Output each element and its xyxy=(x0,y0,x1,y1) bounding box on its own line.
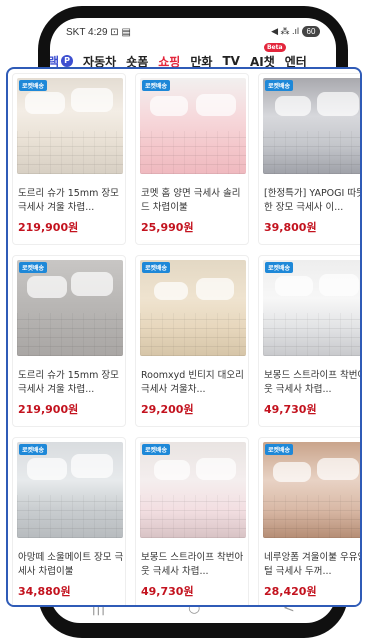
rocket-delivery-badge: 로켓배송 xyxy=(142,80,171,91)
status-icons: ◀ ⁂ .ıl 60 xyxy=(271,26,320,37)
battery-icon: 60 xyxy=(302,26,320,37)
status-bar: SKT 4:29 ⊡ ▤ ◀ ⁂ .ıl 60 xyxy=(50,18,336,46)
product-image: 로켓배송 xyxy=(140,442,246,538)
product-image: 로켓배송 xyxy=(140,78,246,174)
product-card[interactable]: 로켓배송 [한정특가] YAPOGI 따뜻한 장모 극세사 이... 39,80… xyxy=(258,73,360,245)
tab-tv[interactable]: TV xyxy=(222,54,239,68)
product-title[interactable]: Roomxyd 빈티지 대오리 극세사 겨울차... xyxy=(141,369,247,397)
product-title[interactable]: 아망떼 소울메이트 장모 극세사 차렵이불 xyxy=(18,551,124,579)
product-image: 로켓배송 xyxy=(17,260,123,356)
stage: SKT 4:29 ⊡ ▤ ◀ ⁂ .ıl 60 랙 P 자동차 숏폼 쇼핑 만화… xyxy=(0,0,366,639)
rocket-delivery-badge: 로켓배송 xyxy=(265,80,294,91)
signal-icon: ◀ ⁂ .ıl xyxy=(271,26,299,36)
product-title[interactable]: 보몽드 스트라이프 착번아웃 극세사 차렵... xyxy=(141,551,247,579)
rocket-delivery-badge: 로켓배송 xyxy=(265,262,294,273)
product-image: 로켓배송 xyxy=(17,78,123,174)
pillow-shape xyxy=(71,454,113,478)
pillow-shape xyxy=(71,88,113,112)
product-panel: 로켓배송 도르리 슈가 15mm 장모 극세사 겨울 차렵... 219,900… xyxy=(6,67,362,607)
rocket-delivery-badge: 로켓배송 xyxy=(19,444,48,455)
rocket-delivery-badge: 로켓배송 xyxy=(19,262,48,273)
product-card[interactable]: 로켓배송 Roomxyd 빈티지 대오리 극세사 겨울차... 29,200원 xyxy=(135,255,249,427)
quilt-pattern xyxy=(263,494,360,538)
product-title[interactable]: 네루앙폼 겨울이불 우유양털 극세사 두꺼... xyxy=(264,551,360,579)
pillow-shape xyxy=(25,92,65,114)
beta-badge: Beta xyxy=(263,42,286,52)
product-image: 로켓배송 xyxy=(263,442,360,538)
circle-p-icon: P xyxy=(61,55,74,67)
rocket-delivery-badge: 로켓배송 xyxy=(142,262,171,273)
product-price: 219,900원 xyxy=(18,403,79,416)
quilt-pattern xyxy=(17,130,123,174)
pillow-shape xyxy=(27,276,67,298)
pillow-shape xyxy=(71,272,113,296)
quilt-pattern xyxy=(140,494,246,538)
quilt-pattern xyxy=(140,130,246,174)
product-card[interactable]: 로켓배송 아망떼 소울메이트 장모 극세사 차렵이불 34,880원 xyxy=(12,437,126,605)
product-title[interactable]: 코멧 홈 양면 극세사 솔리드 차렵이불 xyxy=(141,187,247,215)
product-image: 로켓배송 xyxy=(263,260,360,356)
product-price: 34,880원 xyxy=(18,585,71,598)
rocket-delivery-badge: 로켓배송 xyxy=(142,444,171,455)
product-price: 219,900원 xyxy=(18,221,79,234)
rocket-delivery-badge: 로켓배송 xyxy=(19,80,48,91)
product-grid: 로켓배송 도르리 슈가 15mm 장모 극세사 겨울 차렵... 219,900… xyxy=(12,73,360,605)
pillow-shape xyxy=(275,276,313,296)
product-price: 49,730원 xyxy=(141,585,194,598)
product-title[interactable]: 보몽드 스트라이프 착번아웃 극세사 차렵... xyxy=(264,369,360,397)
product-image: 로켓배송 xyxy=(17,442,123,538)
quilt-pattern xyxy=(263,312,360,356)
pillow-shape xyxy=(317,92,359,116)
product-card[interactable]: 로켓배송 네루앙폼 겨울이불 우유양털 극세사 두꺼... 28,420원 xyxy=(258,437,360,605)
quilt-pattern xyxy=(17,494,123,538)
rocket-delivery-badge: 로켓배송 xyxy=(265,444,294,455)
product-image: 로켓배송 xyxy=(263,78,360,174)
pillow-shape xyxy=(196,94,236,116)
pillow-shape xyxy=(273,462,311,482)
quilt-pattern xyxy=(263,130,360,174)
product-title[interactable]: [한정특가] YAPOGI 따뜻한 장모 극세사 이... xyxy=(264,187,360,215)
pillow-shape xyxy=(317,458,359,480)
product-price: 49,730원 xyxy=(264,403,317,416)
pillow-shape xyxy=(275,96,311,116)
pillow-shape xyxy=(27,458,67,480)
quilt-pattern xyxy=(17,312,123,356)
pillow-shape xyxy=(150,96,188,116)
pillow-shape xyxy=(196,278,234,300)
product-price: 28,420원 xyxy=(264,585,317,598)
product-price: 29,200원 xyxy=(141,403,194,416)
product-card[interactable]: 로켓배송 도르리 슈가 15mm 장모 극세사 겨울 차렵... 219,900… xyxy=(12,255,126,427)
status-carrier-time: SKT 4:29 ⊡ ▤ xyxy=(66,27,131,38)
pillow-shape xyxy=(154,282,188,300)
pillow-shape xyxy=(319,274,359,296)
product-title[interactable]: 도르리 슈가 15mm 장모 극세사 겨울 차렵... xyxy=(18,369,124,397)
pillow-shape xyxy=(196,458,236,480)
product-price: 25,990원 xyxy=(141,221,194,234)
product-card[interactable]: 로켓배송 코멧 홈 양면 극세사 솔리드 차렵이불 25,990원 xyxy=(135,73,249,245)
pillow-shape xyxy=(154,460,190,480)
product-price: 39,800원 xyxy=(264,221,317,234)
product-card[interactable]: 로켓배송 보몽드 스트라이프 착번아웃 극세사 차렵... 49,730원 xyxy=(135,437,249,605)
product-card[interactable]: 로켓배송 도르리 슈가 15mm 장모 극세사 겨울 차렵... 219,900… xyxy=(12,73,126,245)
product-card[interactable]: 로켓배송 보몽드 스트라이프 착번아웃 극세사 차렵... 49,730원 xyxy=(258,255,360,427)
product-image: 로켓배송 xyxy=(140,260,246,356)
quilt-pattern xyxy=(140,312,246,356)
product-title[interactable]: 도르리 슈가 15mm 장모 극세사 겨울 차렵... xyxy=(18,187,124,215)
